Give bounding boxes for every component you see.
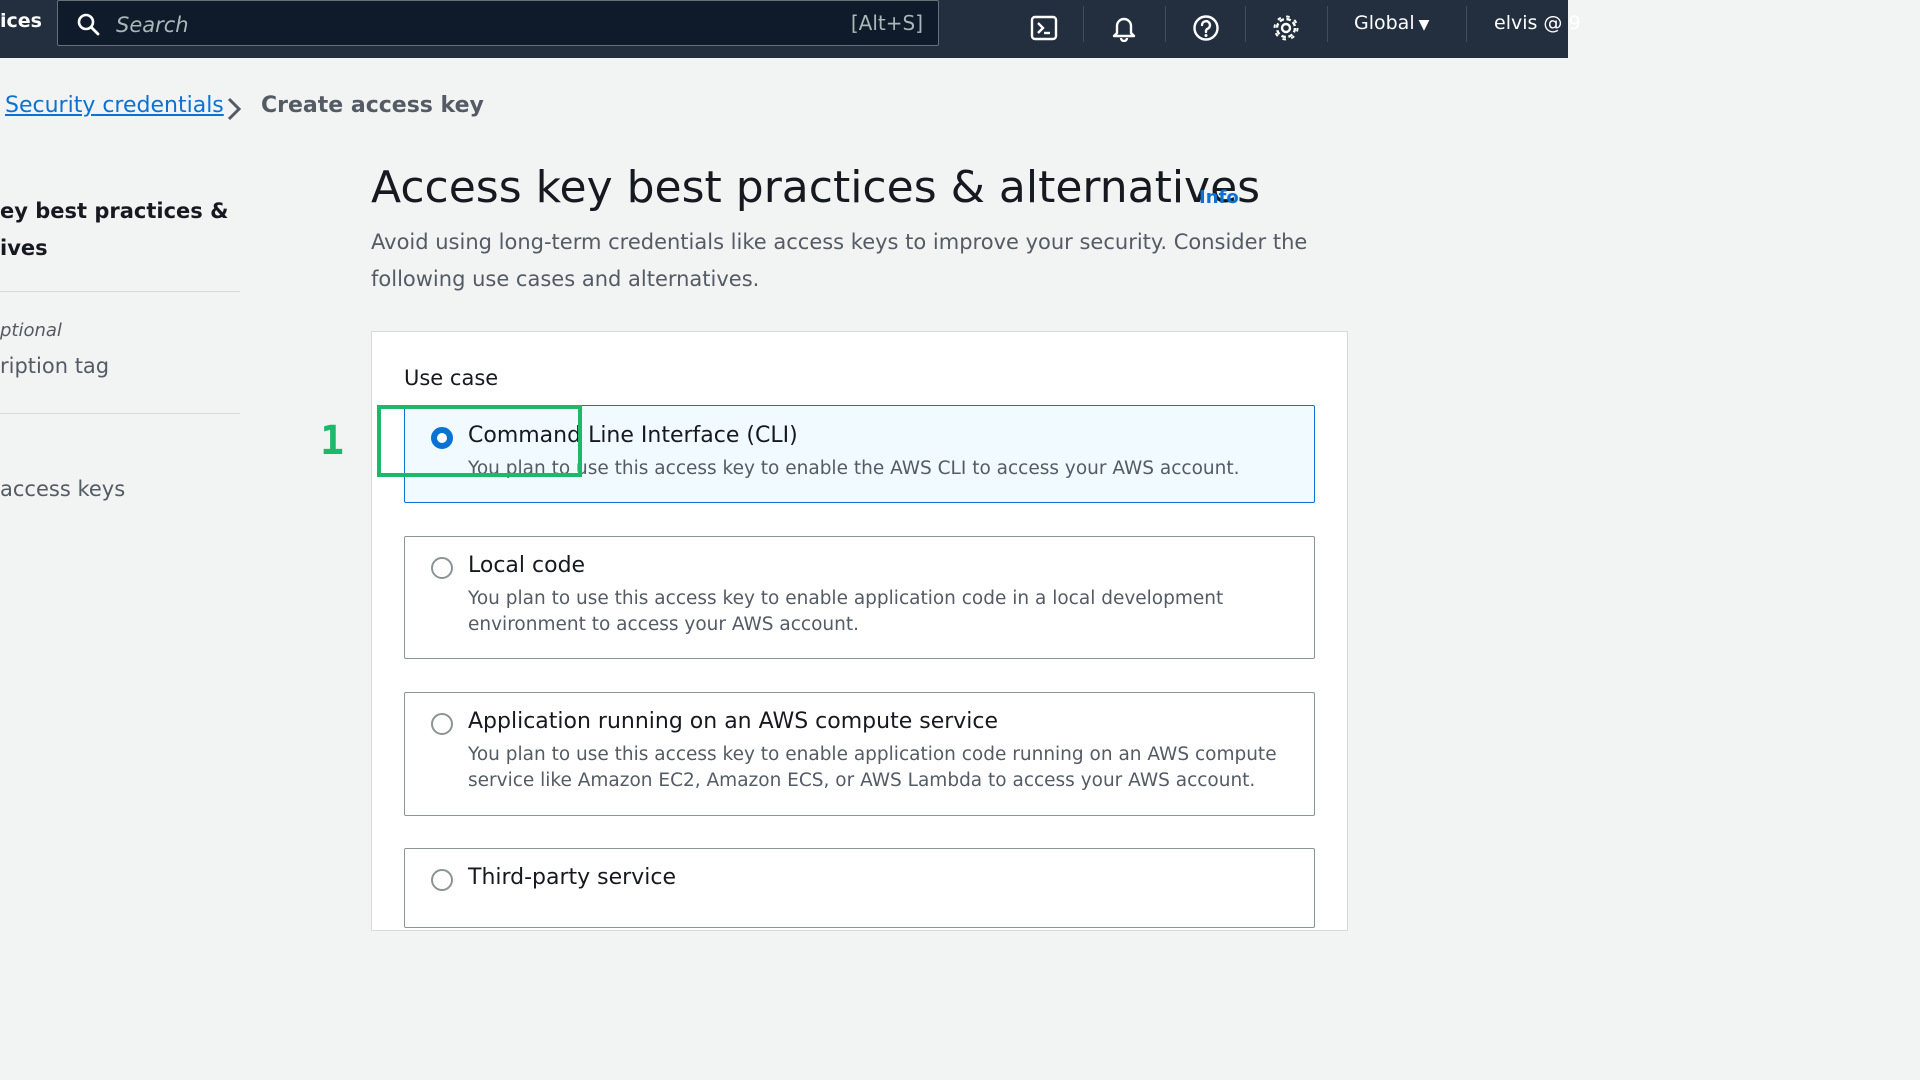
caret-down-icon: ▼ bbox=[1418, 17, 1430, 33]
search-input[interactable] bbox=[114, 9, 798, 41]
use-case-option-local-code[interactable]: Local code You plan to use this access k… bbox=[404, 536, 1315, 659]
info-link[interactable]: Info bbox=[1199, 187, 1239, 208]
nav-divider bbox=[1245, 6, 1246, 42]
top-nav-bar: ices [Alt+S] Global▼ elvis @ 9 bbox=[0, 0, 1581, 58]
option-title: Application running on an AWS compute se… bbox=[468, 709, 999, 734]
services-menu[interactable]: ices bbox=[0, 10, 42, 32]
nav-divider bbox=[1327, 6, 1328, 42]
search-box[interactable]: [Alt+S] bbox=[57, 0, 939, 46]
chevron-right-icon bbox=[226, 96, 242, 126]
page-title: Access key best practices & alternatives bbox=[371, 162, 1261, 213]
use-case-option-third-party[interactable]: Third-party service bbox=[404, 848, 1315, 928]
use-case-label: Use case bbox=[404, 366, 499, 390]
region-selector[interactable]: Global ▼ bbox=[1354, 12, 1429, 34]
nav-divider bbox=[1466, 6, 1467, 42]
gear-icon[interactable] bbox=[1268, 10, 1304, 46]
step-nav-item-best-practices[interactable]: ey best practices & ives bbox=[0, 193, 240, 267]
search-icon bbox=[76, 12, 100, 40]
step-label-line: ives bbox=[0, 236, 48, 260]
search-shortcut-hint: [Alt+S] bbox=[850, 11, 923, 35]
step-optional-label: ptional bbox=[0, 320, 62, 341]
radio-button[interactable] bbox=[431, 713, 453, 735]
bell-icon[interactable] bbox=[1106, 10, 1142, 46]
breadcrumb-security-credentials[interactable]: Security credentials bbox=[5, 93, 224, 118]
radio-button[interactable] bbox=[431, 869, 453, 891]
step-nav-item-retrieve-access-keys[interactable]: access keys bbox=[0, 477, 125, 501]
cloudshell-icon[interactable] bbox=[1026, 10, 1062, 46]
step-nav-item-description-tag[interactable]: ription tag bbox=[0, 354, 109, 378]
account-menu[interactable]: elvis @ 9 bbox=[1494, 12, 1581, 34]
option-description: You plan to use this access key to enabl… bbox=[468, 588, 1224, 635]
page-description: Avoid using long-term credentials like a… bbox=[371, 230, 1308, 291]
help-icon[interactable] bbox=[1188, 10, 1224, 46]
step-label-line: ey best practices & bbox=[0, 199, 229, 223]
option-title: Local code bbox=[468, 553, 586, 578]
breadcrumb-current: Create access key bbox=[261, 93, 484, 118]
option-description: You plan to use this access key to enabl… bbox=[468, 744, 1277, 791]
option-title: Third-party service bbox=[468, 865, 676, 890]
use-case-option-aws-compute[interactable]: Application running on an AWS compute se… bbox=[404, 692, 1315, 816]
step-divider bbox=[0, 413, 240, 414]
nav-divider bbox=[1083, 6, 1084, 42]
nav-divider bbox=[1165, 6, 1166, 42]
step-divider bbox=[0, 291, 240, 292]
region-label: Global bbox=[1354, 12, 1415, 34]
radio-button[interactable] bbox=[431, 557, 453, 579]
annotation-highlight-box bbox=[377, 405, 582, 477]
annotation-step-number: 1 bbox=[320, 418, 345, 464]
option-description: You plan to use this access key to enabl… bbox=[468, 458, 1240, 479]
